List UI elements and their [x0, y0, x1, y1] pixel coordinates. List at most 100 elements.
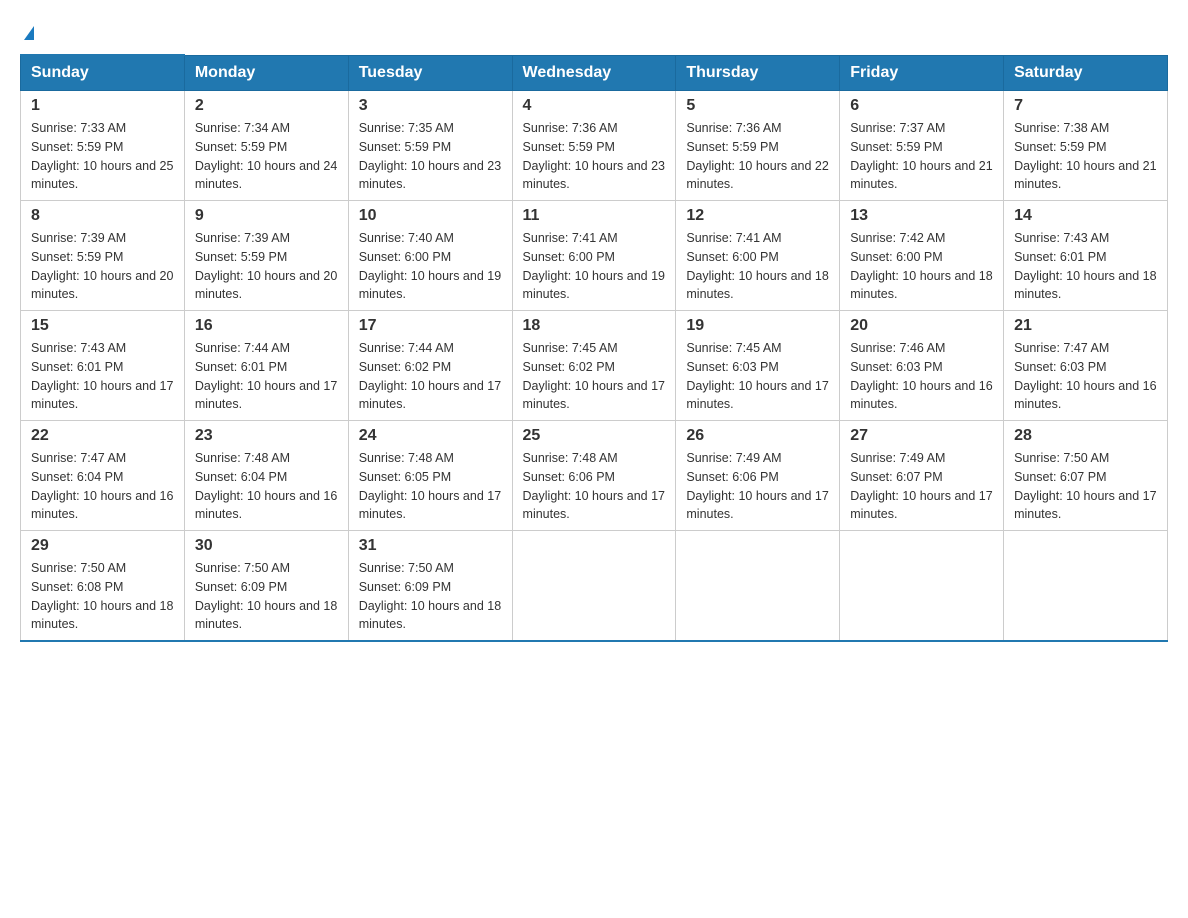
calendar-cell: 4Sunrise: 7:36 AMSunset: 5:59 PMDaylight…	[512, 91, 676, 201]
day-number: 30	[195, 537, 338, 555]
day-info: Sunrise: 7:49 AMSunset: 6:07 PMDaylight:…	[850, 449, 993, 524]
day-number: 24	[359, 427, 502, 445]
calendar-cell: 10Sunrise: 7:40 AMSunset: 6:00 PMDayligh…	[348, 201, 512, 311]
day-number: 17	[359, 317, 502, 335]
day-number: 7	[1014, 97, 1157, 115]
header-thursday: Thursday	[676, 55, 840, 91]
day-number: 18	[523, 317, 666, 335]
day-number: 15	[31, 317, 174, 335]
day-number: 21	[1014, 317, 1157, 335]
day-number: 14	[1014, 207, 1157, 225]
day-info: Sunrise: 7:41 AMSunset: 6:00 PMDaylight:…	[686, 229, 829, 304]
calendar-cell: 29 Sunrise: 7:50 AMSunset: 6:08 PMDayligh…	[21, 531, 185, 642]
day-number: 31	[359, 537, 502, 555]
day-info: Sunrise: 7:38 AMSunset: 5:59 PMDaylight:…	[1014, 119, 1157, 194]
day-number: 22	[31, 427, 174, 445]
day-info: Sunrise: 7:43 AMSunset: 6:01 PMDaylight:…	[1014, 229, 1157, 304]
day-number: 8	[31, 207, 174, 225]
day-info: Sunrise: 7:48 AMSunset: 6:06 PMDaylight:…	[523, 449, 666, 524]
day-info: Sunrise: 7:35 AMSunset: 5:59 PMDaylight:…	[359, 119, 502, 194]
calendar-cell: 2 Sunrise: 7:34 AMSunset: 5:59 PMDaylight…	[184, 91, 348, 201]
calendar-table: SundayMondayTuesdayWednesdayThursdayFrid…	[20, 54, 1168, 642]
day-info: Sunrise: 7:34 AMSunset: 5:59 PMDaylight:…	[195, 119, 338, 194]
day-number: 11	[523, 207, 666, 225]
day-number: 29	[31, 537, 174, 555]
day-number: 2	[195, 97, 338, 115]
calendar-cell: 18 Sunrise: 7:45 AMSunset: 6:02 PMDayligh…	[512, 311, 676, 421]
day-number: 23	[195, 427, 338, 445]
day-info: Sunrise: 7:37 AMSunset: 5:59 PMDaylight:…	[850, 119, 993, 194]
header-monday: Monday	[184, 55, 348, 91]
calendar-cell: 25 Sunrise: 7:48 AMSunset: 6:06 PMDayligh…	[512, 421, 676, 531]
day-number: 19	[686, 317, 829, 335]
header-wednesday: Wednesday	[512, 55, 676, 91]
calendar-week-row: 8 Sunrise: 7:39 AMSunset: 5:59 PMDaylight…	[21, 201, 1168, 311]
day-info: Sunrise: 7:48 AMSunset: 6:04 PMDaylight:…	[195, 449, 338, 524]
calendar-week-row: 29 Sunrise: 7:50 AMSunset: 6:08 PMDayligh…	[21, 531, 1168, 642]
logo	[20, 20, 34, 44]
calendar-cell	[676, 531, 840, 642]
calendar-cell: 6 Sunrise: 7:37 AMSunset: 5:59 PMDaylight…	[840, 91, 1004, 201]
logo-triangle-icon	[24, 26, 34, 40]
calendar-cell: 30 Sunrise: 7:50 AMSunset: 6:09 PMDayligh…	[184, 531, 348, 642]
calendar-cell	[1004, 531, 1168, 642]
calendar-cell: 20 Sunrise: 7:46 AMSunset: 6:03 PMDayligh…	[840, 311, 1004, 421]
calendar-cell: 12 Sunrise: 7:41 AMSunset: 6:00 PMDayligh…	[676, 201, 840, 311]
day-number: 28	[1014, 427, 1157, 445]
day-info: Sunrise: 7:45 AMSunset: 6:03 PMDaylight:…	[686, 339, 829, 414]
day-info: Sunrise: 7:49 AMSunset: 6:06 PMDaylight:…	[686, 449, 829, 524]
day-info: Sunrise: 7:50 AMSunset: 6:09 PMDaylight:…	[359, 559, 502, 634]
header-tuesday: Tuesday	[348, 55, 512, 91]
calendar-cell: 5Sunrise: 7:36 AMSunset: 5:59 PMDaylight…	[676, 91, 840, 201]
calendar-cell: 31 Sunrise: 7:50 AMSunset: 6:09 PMDayligh…	[348, 531, 512, 642]
header-saturday: Saturday	[1004, 55, 1168, 91]
header-friday: Friday	[840, 55, 1004, 91]
header-sunday: Sunday	[21, 55, 185, 91]
day-info: Sunrise: 7:47 AMSunset: 6:03 PMDaylight:…	[1014, 339, 1157, 414]
day-info: Sunrise: 7:42 AMSunset: 6:00 PMDaylight:…	[850, 229, 993, 304]
day-info: Sunrise: 7:50 AMSunset: 6:08 PMDaylight:…	[31, 559, 174, 634]
day-number: 16	[195, 317, 338, 335]
calendar-cell: 9 Sunrise: 7:39 AMSunset: 5:59 PMDaylight…	[184, 201, 348, 311]
calendar-cell	[512, 531, 676, 642]
calendar-cell: 14 Sunrise: 7:43 AMSunset: 6:01 PMDayligh…	[1004, 201, 1168, 311]
calendar-week-row: 22Sunrise: 7:47 AMSunset: 6:04 PMDayligh…	[21, 421, 1168, 531]
day-number: 3	[359, 97, 502, 115]
page-header	[20, 20, 1168, 44]
calendar-cell: 13 Sunrise: 7:42 AMSunset: 6:00 PMDayligh…	[840, 201, 1004, 311]
calendar-cell: 19 Sunrise: 7:45 AMSunset: 6:03 PMDayligh…	[676, 311, 840, 421]
day-number: 13	[850, 207, 993, 225]
calendar-cell: 22Sunrise: 7:47 AMSunset: 6:04 PMDayligh…	[21, 421, 185, 531]
calendar-cell: 15Sunrise: 7:43 AMSunset: 6:01 PMDayligh…	[21, 311, 185, 421]
calendar-cell: 27 Sunrise: 7:49 AMSunset: 6:07 PMDayligh…	[840, 421, 1004, 531]
day-number: 25	[523, 427, 666, 445]
day-info: Sunrise: 7:39 AMSunset: 5:59 PMDaylight:…	[31, 229, 174, 304]
calendar-cell: 26 Sunrise: 7:49 AMSunset: 6:06 PMDayligh…	[676, 421, 840, 531]
day-number: 9	[195, 207, 338, 225]
day-number: 27	[850, 427, 993, 445]
day-number: 6	[850, 97, 993, 115]
calendar-cell: 24 Sunrise: 7:48 AMSunset: 6:05 PMDayligh…	[348, 421, 512, 531]
day-info: Sunrise: 7:45 AMSunset: 6:02 PMDaylight:…	[523, 339, 666, 414]
day-number: 20	[850, 317, 993, 335]
day-info: Sunrise: 7:41 AMSunset: 6:00 PMDaylight:…	[523, 229, 666, 304]
day-info: Sunrise: 7:48 AMSunset: 6:05 PMDaylight:…	[359, 449, 502, 524]
day-number: 26	[686, 427, 829, 445]
day-info: Sunrise: 7:39 AMSunset: 5:59 PMDaylight:…	[195, 229, 338, 304]
day-info: Sunrise: 7:40 AMSunset: 6:00 PMDaylight:…	[359, 229, 502, 304]
calendar-cell: 7 Sunrise: 7:38 AMSunset: 5:59 PMDaylight…	[1004, 91, 1168, 201]
calendar-cell: 23 Sunrise: 7:48 AMSunset: 6:04 PMDayligh…	[184, 421, 348, 531]
calendar-week-row: 1Sunrise: 7:33 AMSunset: 5:59 PMDaylight…	[21, 91, 1168, 201]
calendar-cell: 1Sunrise: 7:33 AMSunset: 5:59 PMDaylight…	[21, 91, 185, 201]
calendar-cell: 17 Sunrise: 7:44 AMSunset: 6:02 PMDayligh…	[348, 311, 512, 421]
day-info: Sunrise: 7:50 AMSunset: 6:07 PMDaylight:…	[1014, 449, 1157, 524]
day-info: Sunrise: 7:46 AMSunset: 6:03 PMDaylight:…	[850, 339, 993, 414]
calendar-cell: 3 Sunrise: 7:35 AMSunset: 5:59 PMDaylight…	[348, 91, 512, 201]
calendar-cell: 11 Sunrise: 7:41 AMSunset: 6:00 PMDayligh…	[512, 201, 676, 311]
day-info: Sunrise: 7:50 AMSunset: 6:09 PMDaylight:…	[195, 559, 338, 634]
day-number: 5	[686, 97, 829, 115]
day-info: Sunrise: 7:44 AMSunset: 6:02 PMDaylight:…	[359, 339, 502, 414]
calendar-cell: 28 Sunrise: 7:50 AMSunset: 6:07 PMDayligh…	[1004, 421, 1168, 531]
calendar-cell: 16Sunrise: 7:44 AMSunset: 6:01 PMDayligh…	[184, 311, 348, 421]
day-number: 12	[686, 207, 829, 225]
